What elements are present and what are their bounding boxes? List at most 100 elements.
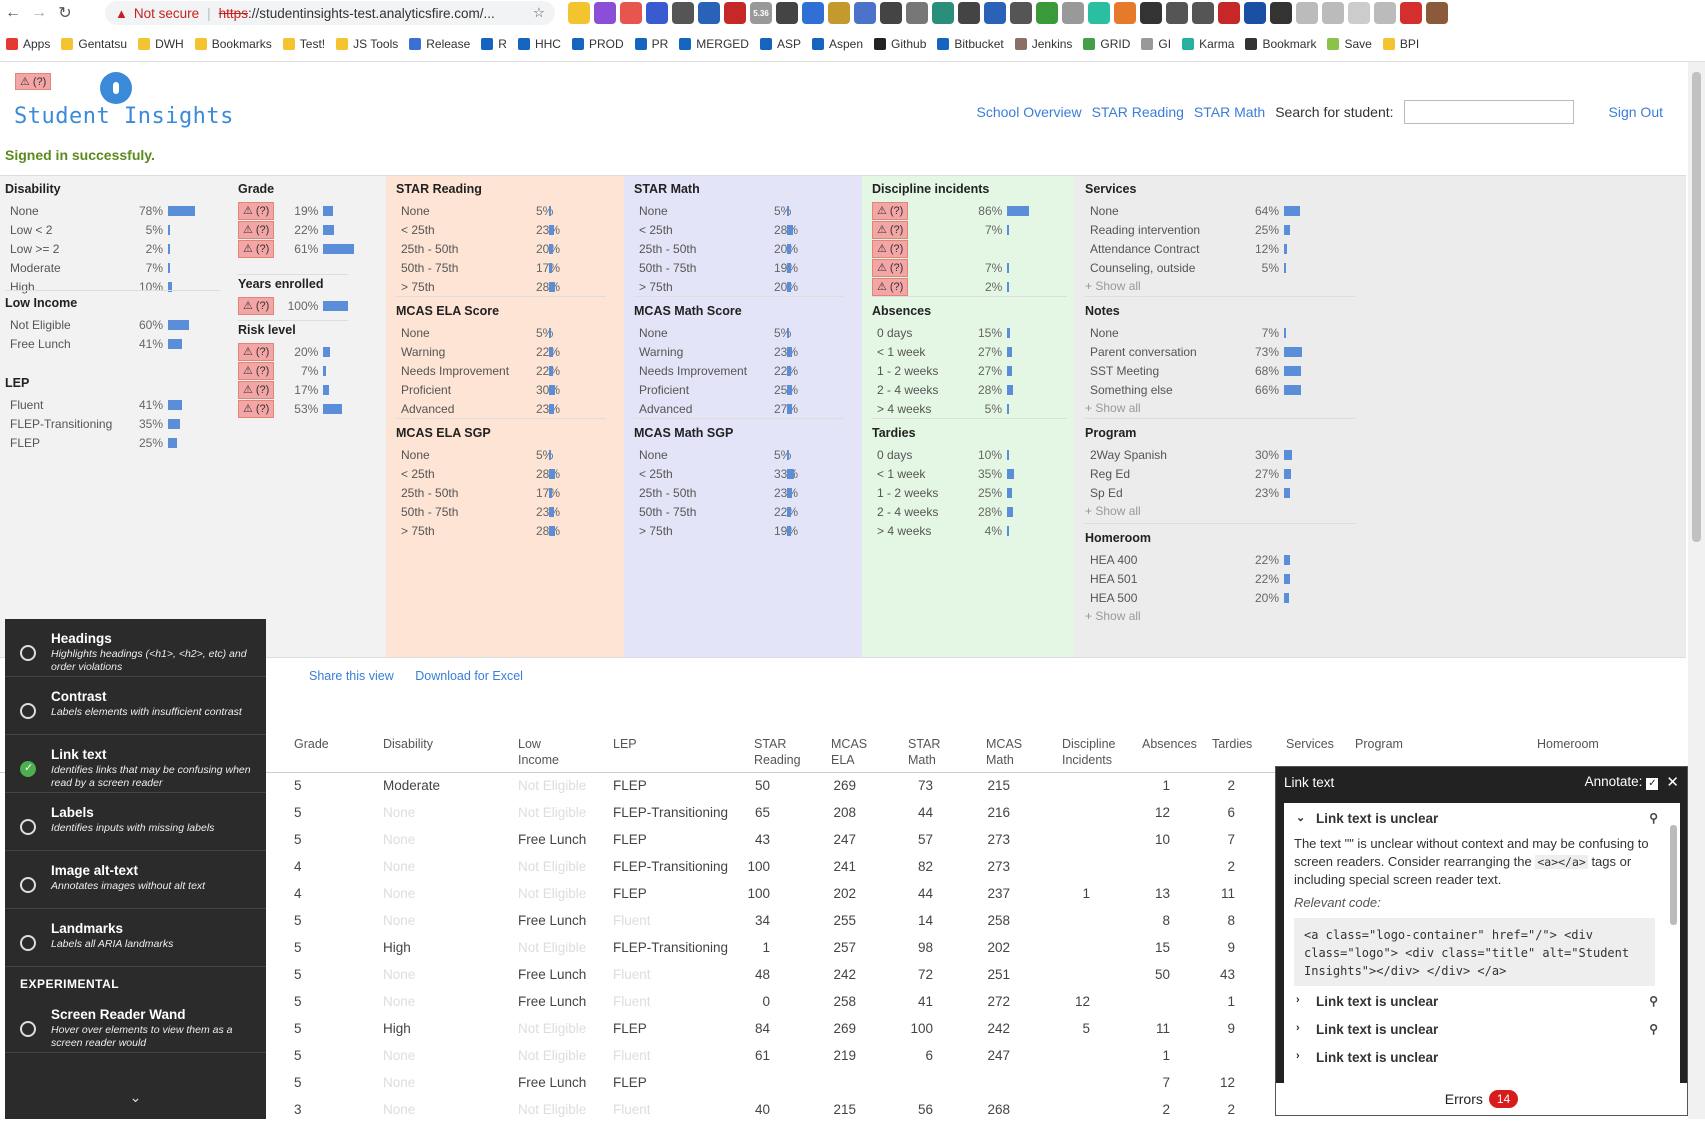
summary-row[interactable]: Free Lunch 41% — [5, 334, 189, 353]
summary-row[interactable]: 25th - 50th 20% — [634, 239, 798, 258]
bookmark-item[interactable]: Test! — [282, 37, 325, 51]
show-all-link[interactable]: + Show all — [1085, 607, 1290, 626]
bookmark-item[interactable]: Release — [409, 37, 470, 51]
summary-row[interactable]: < 25th 28% — [634, 220, 798, 239]
annotate-toggle[interactable]: Annotate: ✓ — [1585, 774, 1659, 790]
summary-row[interactable]: < 25th 33% — [634, 464, 798, 483]
summary-row[interactable]: High 10% — [5, 277, 195, 296]
bookmark-item[interactable]: PROD — [571, 37, 624, 51]
extension-icon[interactable] — [620, 2, 642, 24]
extension-icon[interactable] — [1244, 2, 1266, 24]
summary-row[interactable]: Parent conversation 73% — [1085, 342, 1303, 361]
summary-row[interactable]: ⚠ (?) 61% — [238, 239, 354, 258]
warning-badge[interactable]: ⚠ (?) — [872, 258, 909, 277]
bookmark-item[interactable]: JS Tools — [336, 37, 398, 51]
plugin-screen-reader-wand[interactable]: Screen Reader Wand Hover over elements t… — [5, 995, 266, 1053]
bookmark-item[interactable]: Jenkins — [1014, 37, 1072, 51]
summary-row[interactable]: < 1 week 35% — [872, 464, 1014, 483]
bookmark-item[interactable]: R — [481, 37, 507, 51]
scrollbar-thumb[interactable] — [1670, 825, 1677, 925]
sign-out-link[interactable]: Sign Out — [1609, 104, 1663, 120]
warning-badge[interactable]: ⚠ (?) — [872, 239, 909, 258]
warning-badge[interactable]: ⚠ (?) — [238, 361, 275, 380]
bookmark-item[interactable]: HHC — [517, 37, 561, 51]
summary-row[interactable]: 25th - 50th 17% — [396, 483, 560, 502]
summary-row[interactable]: > 4 weeks 5% — [872, 399, 1013, 418]
issue-header[interactable]: › Link text is unclear ⚲ — [1284, 1014, 1680, 1042]
column-header[interactable]: Discipline Incidents — [1062, 736, 1116, 768]
plugin-landmarks[interactable]: Landmarks Labels all ARIA landmarks — [5, 909, 266, 967]
summary-row[interactable]: Needs Improvement 22% — [396, 361, 560, 380]
bookmark-item[interactable]: Karma — [1182, 37, 1234, 51]
summary-row[interactable]: 25th - 50th 20% — [396, 239, 560, 258]
summary-row[interactable]: > 75th 20% — [634, 277, 798, 296]
extension-icon[interactable] — [594, 2, 616, 24]
extension-icon[interactable] — [1270, 2, 1292, 24]
radio-button[interactable] — [20, 645, 36, 661]
back-icon[interactable]: ← — [0, 0, 26, 26]
summary-row[interactable]: FLEP-Transitioning 35% — [5, 414, 182, 433]
summary-row[interactable]: ⚠ (?) 19% — [238, 201, 354, 220]
extension-icon[interactable] — [646, 2, 668, 24]
column-header[interactable]: Disability — [383, 736, 433, 752]
summary-row[interactable]: 1 - 2 weeks 25% — [872, 483, 1014, 502]
summary-row[interactable]: < 25th 28% — [396, 464, 560, 483]
summary-row[interactable]: > 4 weeks 4% — [872, 521, 1014, 540]
extension-icon[interactable] — [1426, 2, 1448, 24]
checkbox-icon[interactable]: ✓ — [1646, 777, 1659, 790]
extension-icon[interactable] — [854, 2, 876, 24]
extension-icon[interactable] — [1036, 2, 1058, 24]
summary-row[interactable]: ⚠ (?) 7% — [238, 361, 342, 380]
summary-row[interactable]: None 5% — [634, 201, 793, 220]
column-header[interactable]: Grade — [294, 736, 329, 752]
bookmark-item[interactable]: Save — [1327, 37, 1372, 51]
column-header[interactable]: Program — [1355, 736, 1403, 752]
warning-badge[interactable]: ⚠ (?) — [238, 399, 275, 418]
extension-icon[interactable] — [698, 2, 720, 24]
scrollbar-thumb[interactable] — [1692, 72, 1701, 542]
column-header[interactable]: Tardies — [1212, 736, 1252, 752]
warning-badge[interactable]: ⚠ (?) — [872, 277, 909, 296]
extension-icon[interactable] — [1374, 2, 1396, 24]
bookmark-item[interactable]: Bookmark — [1245, 37, 1316, 51]
bookmark-star-icon[interactable]: ☆ — [533, 5, 545, 21]
collapse-toggle-icon[interactable]: ⌄ — [5, 1089, 266, 1119]
summary-row[interactable]: Low < 2 5% — [5, 220, 195, 239]
summary-row[interactable]: 1 - 2 weeks 27% — [872, 361, 1013, 380]
extension-icon[interactable] — [1296, 2, 1318, 24]
show-all-link[interactable]: + Show all — [1085, 399, 1302, 418]
radio-button[interactable] — [20, 877, 36, 893]
bookmark-item[interactable]: Aspen — [811, 37, 863, 51]
extension-icon[interactable]: 5.36 — [750, 2, 772, 24]
summary-row[interactable]: 50th - 75th 19% — [634, 258, 798, 277]
summary-row[interactable]: Sp Ed 23% — [1085, 483, 1292, 502]
summary-row[interactable]: Not Eligible 60% — [5, 315, 189, 334]
warning-badge[interactable]: ⚠ (?) — [872, 220, 909, 239]
column-header[interactable]: MCAS Math — [986, 736, 1022, 768]
plugin-labels[interactable]: Labels Identifies inputs with missing lab… — [5, 793, 266, 851]
extension-icon[interactable] — [724, 2, 746, 24]
warning-badge[interactable]: ⚠ (?) — [238, 239, 275, 258]
summary-row[interactable]: HEA 400 22% — [1085, 550, 1290, 569]
lightbulb-icon[interactable] — [100, 72, 132, 104]
bookmark-item[interactable]: GI — [1141, 37, 1171, 51]
bookmark-item[interactable]: ASP — [759, 37, 801, 51]
bookmark-item[interactable]: Apps — [6, 37, 50, 51]
column-header[interactable]: MCAS ELA — [831, 736, 867, 768]
radio-button[interactable] — [20, 1021, 36, 1037]
summary-row[interactable]: Warning 22% — [396, 342, 560, 361]
show-all-link[interactable]: + Show all — [1085, 277, 1300, 296]
summary-row[interactable]: ⚠ (?) 22% — [238, 220, 354, 239]
bookmark-item[interactable]: Bitbucket — [937, 37, 1004, 51]
summary-row[interactable]: Needs Improvement 22% — [634, 361, 798, 380]
summary-row[interactable]: ⚠ (?) 20% — [238, 342, 342, 361]
summary-row[interactable]: ⚠ (?) 2% — [872, 277, 1029, 296]
extension-icon[interactable] — [906, 2, 928, 24]
summary-row[interactable]: FLEP 25% — [5, 433, 182, 452]
column-header[interactable]: Low Income — [518, 736, 559, 768]
summary-row[interactable]: 50th - 75th 23% — [396, 502, 560, 521]
column-header[interactable]: STAR Reading — [754, 736, 801, 768]
summary-row[interactable]: HEA 501 22% — [1085, 569, 1290, 588]
summary-row[interactable]: 0 days 10% — [872, 445, 1014, 464]
issue-header[interactable]: › Link text is unclear — [1284, 1042, 1680, 1070]
